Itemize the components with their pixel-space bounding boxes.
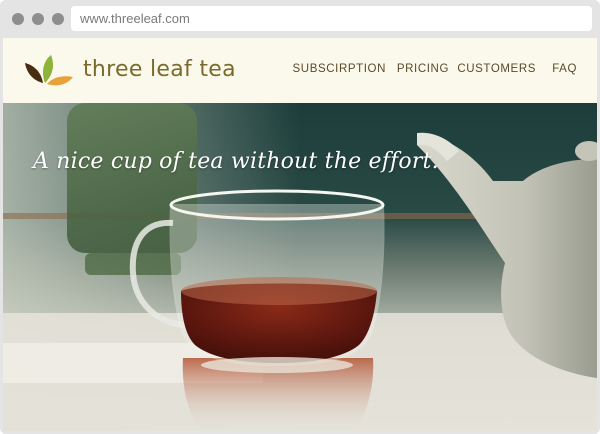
site-header: three leaf tea SUBSCIRPTION PRICING CUST… xyxy=(3,38,597,103)
hero-tagline: A nice cup of tea without the effort. xyxy=(33,149,439,174)
page-viewport: three leaf tea SUBSCIRPTION PRICING CUST… xyxy=(3,38,597,431)
window-close-dot[interactable] xyxy=(12,13,24,25)
nav-item-pricing[interactable]: PRICING xyxy=(397,63,449,75)
nav-item-customers[interactable]: CUSTOMERS xyxy=(457,63,536,75)
address-bar[interactable]: www.threeleaf.com xyxy=(71,6,592,31)
hero-banner: A nice cup of tea without the effort. xyxy=(3,103,597,431)
logo-text: three leaf tea xyxy=(83,57,236,82)
browser-window: www.threeleaf.com three leaf tea SUBSCIR… xyxy=(0,0,600,434)
browser-toolbar: www.threeleaf.com xyxy=(0,0,600,38)
nav-item-subscription[interactable]: SUBSCIRPTION xyxy=(293,63,386,75)
window-minimize-dot[interactable] xyxy=(32,13,44,25)
three-leaves-icon xyxy=(25,55,73,86)
window-maximize-dot[interactable] xyxy=(52,13,64,25)
nav-item-faq[interactable]: FAQ xyxy=(552,63,577,75)
